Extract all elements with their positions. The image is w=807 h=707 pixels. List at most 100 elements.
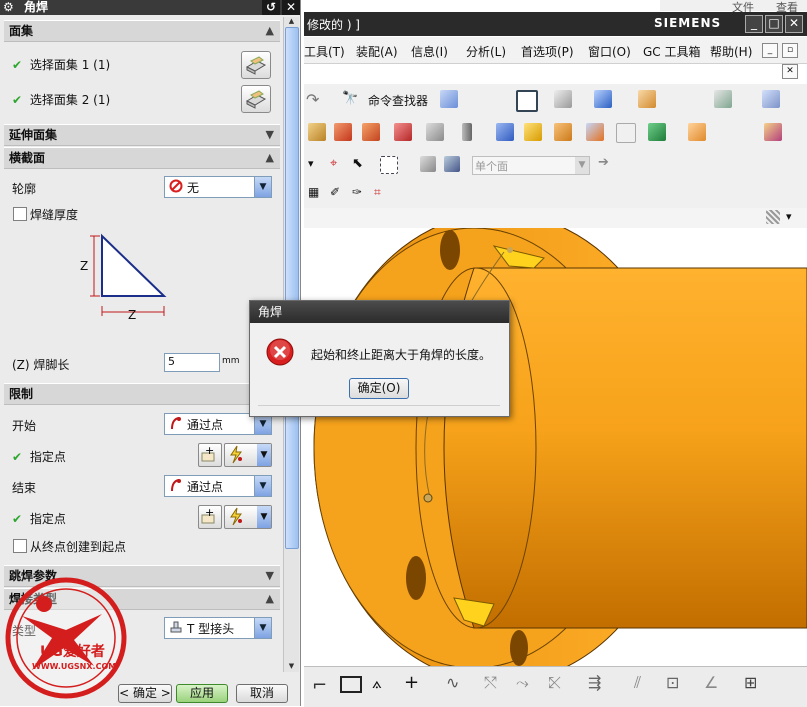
- close-icon[interactable]: ✕: [282, 0, 300, 15]
- menu-window[interactable]: 窗口(O): [588, 43, 631, 60]
- weld-type-dropdown[interactable]: T 型接头 ▼: [164, 617, 272, 639]
- dimension-icon[interactable]: ⊞: [744, 673, 757, 692]
- scroll-up-icon[interactable]: ▲: [284, 17, 299, 27]
- gear-icon[interactable]: ⚙: [3, 0, 14, 15]
- snap-arc-icon[interactable]: ✑: [352, 185, 362, 199]
- snap-point-icon[interactable]: ⌗: [374, 185, 381, 200]
- grid-icon[interactable]: ▦: [308, 185, 319, 199]
- command-finder-label[interactable]: 命令查找器: [368, 92, 428, 109]
- chevron-down-icon: ▼: [265, 128, 274, 141]
- extend-icon[interactable]: ⤳: [516, 673, 529, 693]
- section-cross-section[interactable]: 横截面 ▲: [4, 147, 280, 169]
- view-pattern-icon[interactable]: [766, 210, 780, 224]
- doc-minimize-icon[interactable]: _: [762, 43, 778, 58]
- weld-point-icon[interactable]: [524, 123, 542, 141]
- section-extend-faces[interactable]: 延伸面集 ▼: [4, 124, 280, 146]
- background-icon[interactable]: [638, 90, 656, 108]
- section-faces[interactable]: 面集 ▲: [4, 20, 280, 42]
- face-filter-icon[interactable]: [420, 156, 436, 172]
- thread-icon[interactable]: [462, 123, 472, 141]
- menu-preferences[interactable]: 首选项(P): [521, 43, 574, 60]
- rectangle-icon[interactable]: [340, 676, 362, 693]
- orient-view-icon[interactable]: [554, 90, 572, 108]
- snap-curve-icon[interactable]: ✐: [330, 185, 340, 199]
- constraint-icon[interactable]: ∠: [704, 673, 718, 692]
- menu-gc-toolbox[interactable]: GC 工具箱: [643, 43, 701, 60]
- layer-icon[interactable]: [714, 90, 732, 108]
- menu-tools[interactable]: 工具(T): [304, 43, 345, 60]
- chevron-down-icon: ▼: [257, 444, 271, 466]
- select-type-icon[interactable]: ▾: [308, 157, 314, 170]
- doc-restore-icon[interactable]: ▫: [782, 43, 798, 58]
- box-icon[interactable]: [688, 123, 706, 141]
- reset-icon[interactable]: ↺: [262, 0, 280, 15]
- cylinder-icon[interactable]: [426, 123, 444, 141]
- trim-icon[interactable]: ⤲: [484, 673, 497, 693]
- selection-icon[interactable]: [440, 90, 458, 108]
- arrow-right-icon[interactable]: ➔: [598, 155, 609, 170]
- select-face-set-1-button[interactable]: [241, 51, 271, 79]
- close-window-icon[interactable]: ✕: [785, 15, 803, 33]
- end-specify-point-row: ✔ 指定点: [12, 512, 66, 526]
- maximize-icon[interactable]: □: [765, 15, 783, 33]
- scrollbar-thumb[interactable]: [285, 27, 299, 549]
- body-filter-icon[interactable]: [444, 156, 460, 172]
- curve-icon[interactable]: ∿: [446, 673, 459, 692]
- wave-icon[interactable]: [586, 123, 604, 141]
- bottom-toolbar: ⌐ ⟑ + ∿ ⤲ ⤳ ⤪ ⇶ ⫽ ⊡ ∠ ⊞: [304, 666, 807, 707]
- menu-assemblies[interactable]: 装配(A): [356, 43, 398, 60]
- snap-icon[interactable]: ⌖: [330, 156, 337, 171]
- ugsnx-watermark-logo: UG爱好者 WWW.UGSNX.COM: [5, 577, 127, 699]
- end-option-dropdown[interactable]: 通过点 ▼: [164, 475, 272, 497]
- apply-button[interactable]: 应用: [176, 684, 228, 703]
- start-point-dialog-button[interactable]: +: [198, 443, 222, 467]
- spring-icon[interactable]: [496, 123, 514, 141]
- surface-icon[interactable]: [762, 90, 780, 108]
- menu-analysis[interactable]: 分析(L): [466, 43, 506, 60]
- line-icon[interactable]: ⌐: [312, 675, 327, 696]
- revolve-icon[interactable]: [362, 123, 380, 141]
- corner-icon[interactable]: ⤪: [548, 673, 561, 693]
- end-inferred-point-dropdown[interactable]: ▼: [224, 505, 272, 529]
- view-options-icon[interactable]: ▾: [786, 210, 792, 223]
- end-point-dialog-button[interactable]: +: [198, 505, 222, 529]
- minimize-icon[interactable]: _: [745, 15, 763, 33]
- extrude-icon[interactable]: [334, 123, 352, 141]
- render-style-icon[interactable]: [594, 90, 612, 108]
- pointer-icon[interactable]: ⬉: [352, 156, 363, 171]
- pattern-icon[interactable]: [554, 123, 572, 141]
- menu-information[interactable]: 信息(I): [411, 43, 448, 60]
- redo-icon[interactable]: ↷: [306, 90, 319, 109]
- feature-color-icon[interactable]: [648, 123, 666, 141]
- doc-close-icon[interactable]: ✕: [782, 64, 798, 79]
- t-joint-icon: [170, 621, 182, 633]
- scroll-down-icon[interactable]: ▼: [284, 662, 299, 672]
- sketch-icon[interactable]: [308, 123, 326, 141]
- polyline-icon[interactable]: ⟑: [372, 673, 382, 693]
- point-icon[interactable]: [616, 123, 636, 143]
- create-from-end-checkbox[interactable]: [13, 539, 27, 553]
- face-rule-dropdown[interactable]: 单个面 ▼: [472, 156, 590, 175]
- crosshair-icon[interactable]: +: [404, 672, 419, 693]
- profile-dropdown[interactable]: 无 ▼: [164, 176, 272, 198]
- through-point-icon: [171, 479, 181, 492]
- graphics-viewport[interactable]: [304, 228, 807, 666]
- offset-icon[interactable]: ⇶: [588, 673, 601, 692]
- menu-help[interactable]: 帮助(H): [710, 43, 752, 60]
- diagram-z-horizontal: Z: [128, 308, 136, 322]
- mirror-icon[interactable]: ⫽: [634, 673, 641, 693]
- command-finder-icon[interactable]: 🔭: [342, 91, 358, 106]
- check-icon[interactable]: [764, 123, 782, 141]
- rect-select-icon[interactable]: [380, 156, 398, 174]
- project-icon[interactable]: ⊡: [666, 673, 679, 692]
- cancel-button[interactable]: 取消: [236, 684, 288, 703]
- section-limits[interactable]: 限制 ▲: [4, 383, 280, 405]
- chevron-up-icon: ▲: [265, 592, 274, 605]
- start-inferred-point-dropdown[interactable]: ▼: [224, 443, 272, 467]
- leg-length-input[interactable]: 5: [164, 353, 220, 372]
- select-face-set-2-button[interactable]: [241, 85, 271, 113]
- block-icon[interactable]: [394, 123, 412, 141]
- fit-view-icon[interactable]: [516, 90, 538, 112]
- seam-thickness-checkbox[interactable]: [13, 207, 27, 221]
- error-ok-button[interactable]: 确定(O): [349, 378, 409, 399]
